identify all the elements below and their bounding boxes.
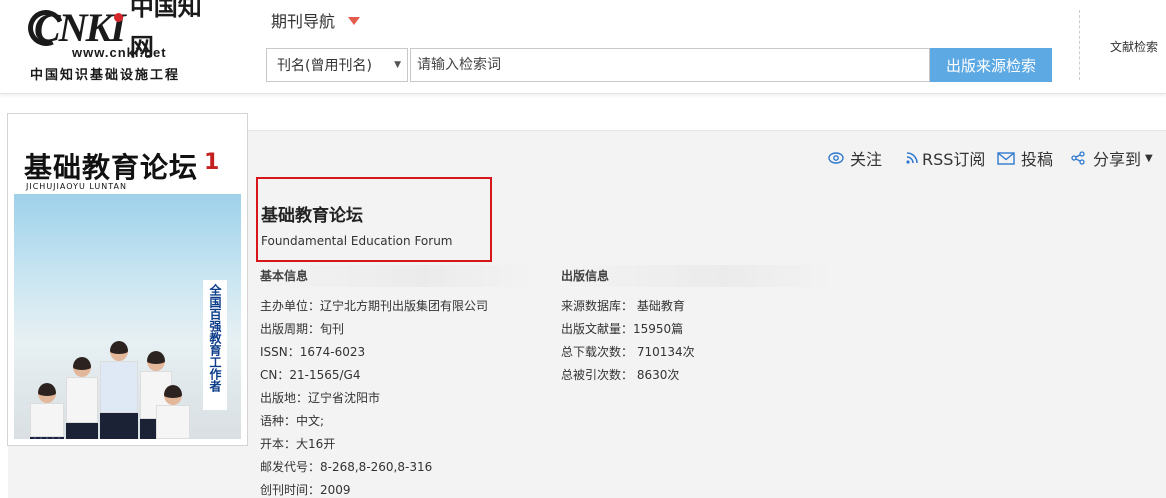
caret-down-icon: ▼: [1145, 152, 1153, 164]
rss-icon: [906, 152, 918, 164]
share-icon: [1071, 151, 1085, 165]
cover-top-strip: [14, 122, 241, 146]
eye-icon: [828, 152, 844, 164]
follow-button[interactable]: 关注: [828, 146, 882, 170]
literature-search-link[interactable]: 文献检索: [1110, 38, 1158, 55]
basic-info-heading: 基本信息: [260, 265, 532, 287]
cover-issue-number: 1: [204, 150, 220, 175]
search-input[interactable]: [410, 48, 930, 82]
pub-field: 来源数据库： 基础教育: [561, 299, 685, 313]
mail-icon: [997, 151, 1015, 165]
info-field: CN：21-1565/G4: [260, 368, 361, 382]
info-field: 出版周期：旬刊: [260, 322, 345, 336]
caret-down-icon: [348, 17, 361, 25]
rss-button[interactable]: RSS订阅: [906, 146, 985, 170]
cnki-logo[interactable]: CNKI 中国知网 www.cnki.net 中国知识基础设施工程: [22, 0, 218, 83]
journal-nav-menu[interactable]: 期刊导航: [271, 8, 361, 32]
journal-cover[interactable]: 基础教育论坛 1 JICHUJIAOYU LUNTAN 全国百强教育工作者: [7, 113, 248, 446]
select-arrow-icon: ▼: [394, 60, 401, 70]
pub-field: 总下载次数： 710134次: [561, 345, 695, 359]
logo-brand: CNKI: [34, 5, 126, 50]
journal-title-cn: 基础教育论坛: [261, 206, 363, 226]
cover-pinyin: JICHUJIAOYU LUNTAN: [26, 182, 127, 191]
info-field: 出版地：辽宁省沈阳市: [260, 391, 381, 405]
search-field-value: 刊名(曾用刊名): [277, 58, 372, 74]
submit-label: 投稿: [1021, 150, 1054, 169]
submit-button[interactable]: 投稿: [997, 146, 1053, 170]
info-field: 主办单位：辽宁北方期刊出版集团有限公司: [260, 299, 489, 313]
share-button[interactable]: 分享到 ▼: [1071, 146, 1153, 170]
source-search-button[interactable]: 出版来源检索: [930, 48, 1052, 82]
cover-title: 基础教育论坛: [24, 151, 199, 184]
logo-url: www.cnki.net: [72, 45, 167, 60]
top-header: CNKI 中国知网 www.cnki.net 中国知识基础设施工程 期刊导航 刊…: [0, 0, 1166, 94]
rss-label: RSS订阅: [922, 150, 986, 169]
pub-field: 出版文献量：15950篇: [561, 322, 684, 336]
info-field: ISSN：1674-6023: [260, 345, 366, 359]
info-field: 创刊时间：2009: [260, 483, 351, 497]
logo-dot-icon: [114, 13, 123, 22]
pub-field: 总被引次数： 8630次: [561, 368, 680, 382]
info-field: 语种：中文;: [260, 414, 325, 428]
logo-subtitle: 中国知识基础设施工程: [30, 68, 181, 83]
journal-nav-label: 期刊导航: [271, 12, 336, 31]
info-field: 开本：大16开: [260, 437, 336, 451]
search-field-select[interactable]: 刊名(曾用刊名) ▼: [266, 48, 408, 82]
share-label: 分享到: [1093, 150, 1142, 169]
cover-photo: 全国百强教育工作者: [14, 194, 241, 439]
cover-tag: 全国百强教育工作者: [203, 280, 227, 410]
follow-label: 关注: [850, 150, 883, 169]
info-field: 邮发代号：8-268,8-260,8-316: [260, 460, 433, 474]
cover-people-illustration: [30, 314, 200, 439]
pub-info-heading: 出版信息: [561, 265, 833, 287]
journal-title-en: Foundamental Education Forum: [261, 234, 453, 248]
header-divider: [1079, 10, 1080, 80]
